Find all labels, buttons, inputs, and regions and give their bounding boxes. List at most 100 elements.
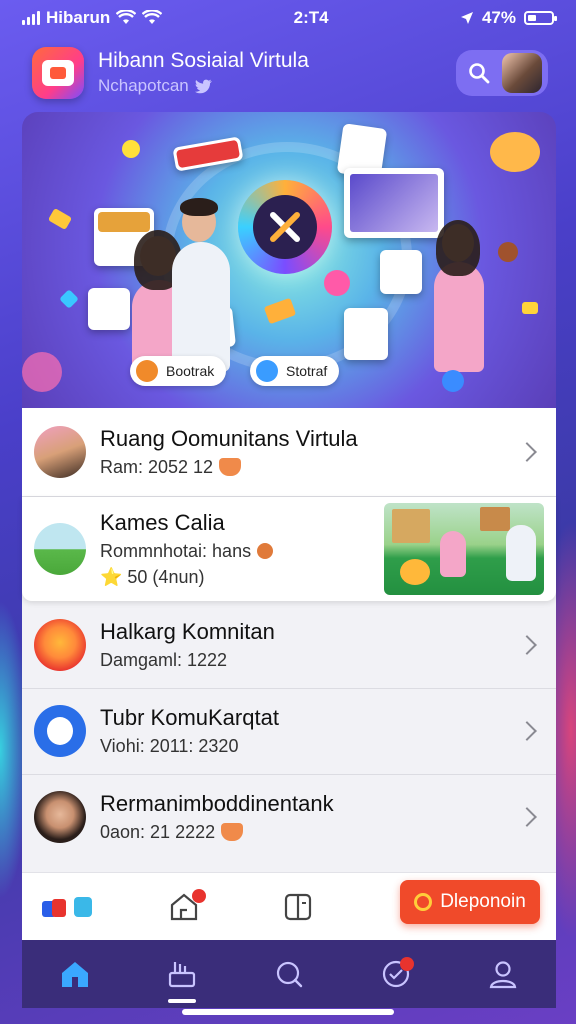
header-profile-avatar[interactable] [502, 53, 542, 93]
app-screen: Hibarun 2:T4 47% Hibann Sosiaial Virtula… [0, 0, 576, 1024]
app-header: Hibann Sosiaial Virtula Nchapotcan [32, 44, 548, 102]
confetti-decoration [22, 352, 62, 392]
book-shortcut[interactable] [266, 885, 330, 929]
tab-profile[interactable] [473, 949, 533, 999]
tab-bookmarks[interactable] [152, 949, 212, 1003]
chevron-right-icon [517, 807, 537, 827]
home-indicator[interactable] [182, 1009, 394, 1015]
confetti-decoration [59, 289, 79, 309]
thumbnail-bookshelf [392, 509, 430, 543]
app-logo[interactable] [32, 47, 84, 99]
divider [22, 688, 556, 689]
list-item-text: Ruang Oomunitans Virtula Ram: 2052 12 [100, 424, 520, 480]
bookmarks-icon [169, 962, 196, 988]
twitter-bird-icon [194, 79, 212, 93]
list-item[interactable]: Rermanimboddinentank 0aon: 21 2222 [22, 778, 556, 856]
search-icon [276, 961, 303, 988]
list-item-meta: 0aon: 21 2222 [100, 822, 216, 842]
hero-floating-card [344, 168, 444, 238]
thumbnail-toy [400, 559, 430, 585]
list-item-title: Halkarg Komnitan [100, 619, 275, 644]
search-icon [469, 63, 490, 84]
hero-pill-left-label: Bootrak [166, 363, 215, 379]
header-text: Hibann Sosiaial Virtula Nchapotcan [98, 48, 456, 98]
home-icon [62, 962, 89, 987]
app-title: Hibann Sosiaial Virtula [98, 49, 309, 72]
confetti-decoration [324, 270, 350, 296]
signal-icon [22, 11, 40, 25]
tab-search[interactable] [259, 949, 319, 999]
hero-person-hair [180, 198, 218, 216]
list-item-meta: Ram: 2052 12 [100, 457, 214, 477]
confetti-decoration [490, 132, 540, 172]
status-bar: Hibarun 2:T4 47% [0, 0, 576, 36]
notification-badge [192, 888, 206, 903]
community-list: Ruang Oomunitans Virtula Ram: 2052 12 Ka… [22, 408, 556, 872]
tab-activity[interactable] [366, 949, 426, 999]
list-item-text: Rermanimboddinentank 0aon: 21 2222 [100, 789, 520, 845]
confetti-decoration [498, 242, 518, 262]
list-item-title: Rermanimboddinentank [100, 791, 334, 816]
list-item-meta: Viohi: 2011: 2320 [100, 736, 239, 756]
list-item-title: Ruang Oomunitans Virtula [100, 426, 358, 451]
avatar [34, 426, 86, 478]
list-item-meta-row: Ram: 2052 12 [100, 454, 520, 480]
mascot-icon [47, 717, 73, 745]
thumbnail-person [440, 531, 466, 577]
bottom-tab-bar [22, 940, 556, 1008]
chevron-right-icon [517, 721, 537, 741]
list-item-thumbnail[interactable] [384, 503, 544, 595]
location-arrow-icon [460, 12, 473, 24]
status-right: 47% [460, 8, 557, 28]
cross-logo-icon [270, 212, 300, 242]
confetti-decoration [47, 207, 73, 231]
cta-button[interactable]: Dleponoin [400, 880, 540, 924]
status-time: 2:T4 [293, 8, 329, 27]
divider [22, 774, 556, 775]
profile-icon [489, 961, 516, 989]
hero-person-hair [436, 220, 480, 276]
hero-pill-right-label: Stotraf [286, 363, 328, 379]
app-logo-glyph [42, 60, 74, 86]
confetti-decoration [522, 302, 538, 314]
tab-home[interactable] [45, 949, 105, 999]
avatar [34, 523, 86, 575]
heart-icon [221, 823, 244, 841]
list-item[interactable]: Tubr KomuKarqtat Viohi: 2011: 2320 [22, 692, 556, 770]
notification-badge [399, 957, 414, 971]
hero-floating-card [88, 288, 130, 330]
chevron-right-icon [517, 442, 537, 462]
list-item[interactable]: Halkarg Komnitan Damgaml: 1222 [22, 606, 556, 684]
hero-person [434, 262, 484, 372]
blue-bird-icon [256, 360, 278, 382]
hero-floating-card [380, 250, 422, 294]
apps-icon [42, 896, 92, 917]
hero-pill-right[interactable]: Stotraf [250, 356, 340, 386]
list-item-title: Tubr KomuKarqtat [100, 705, 279, 730]
battery-percent: 47% [481, 8, 516, 27]
list-item-meta: Damgaml: 1222 [100, 650, 228, 670]
list-item-text: Kames Calia Rommnhotai: hans ⭐ 50 (4nun) [100, 508, 384, 590]
avatar [34, 705, 86, 757]
hero-banner[interactable]: Bootrak Stotraf [22, 112, 556, 408]
avatar [34, 619, 86, 671]
book-icon [284, 893, 312, 920]
hero-pill-left[interactable]: Bootrak [130, 356, 227, 386]
list-item-text: Halkarg Komnitan Damgaml: 1222 [100, 617, 520, 673]
hero-center-logo-inner [253, 195, 317, 259]
search-button[interactable] [466, 60, 492, 86]
cta-label: Dleponoin [440, 891, 526, 912]
list-item-text: Tubr KomuKarqtat Viohi: 2011: 2320 [100, 703, 520, 759]
list-item-meta-row: 0aon: 21 2222 [100, 819, 520, 845]
cta-icon [414, 893, 433, 911]
badge-icon [257, 543, 274, 559]
list-item[interactable]: Ruang Oomunitans Virtula Ram: 2052 12 [22, 408, 556, 496]
heart-icon [219, 458, 242, 476]
hero-center-logo [238, 180, 332, 274]
quick-action-bar: Dleponoin [22, 872, 556, 940]
apps-shortcut[interactable] [38, 885, 102, 929]
list-item-featured[interactable]: Kames Calia Rommnhotai: hans ⭐ 50 (4nun) [22, 497, 556, 601]
list-item-meta: Rommnhotai: hans [100, 541, 252, 561]
thumbnail-bookshelf [480, 507, 510, 531]
notifications-shortcut[interactable] [152, 885, 216, 929]
